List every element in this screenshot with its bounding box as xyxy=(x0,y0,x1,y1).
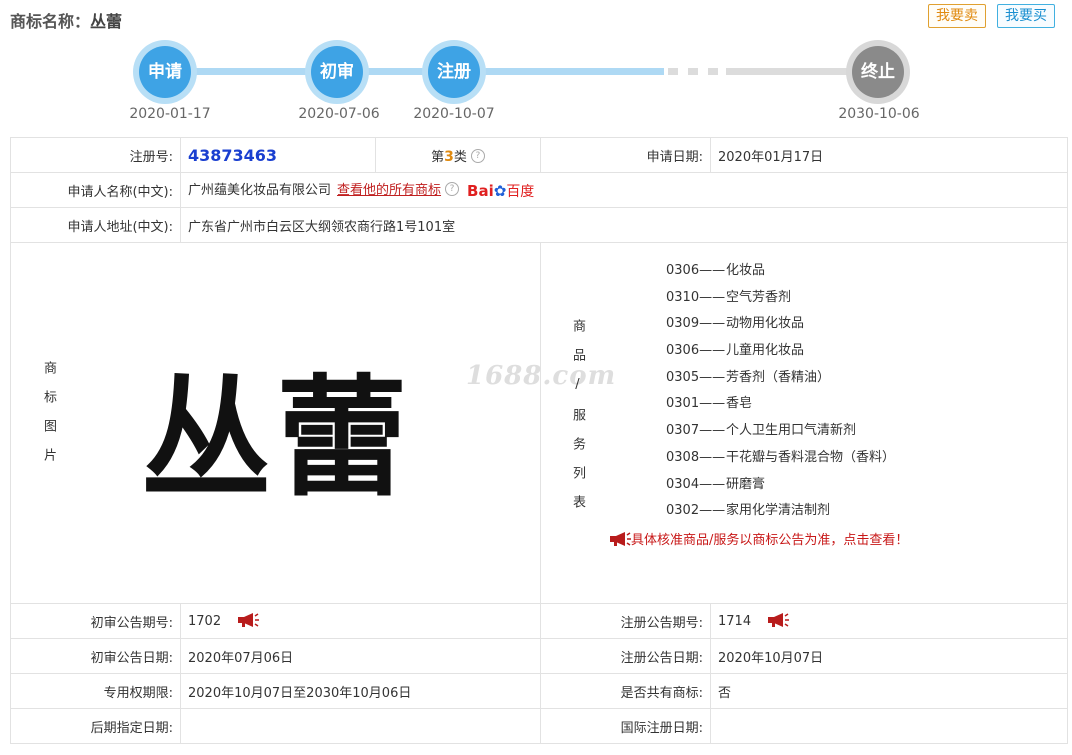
megaphone-icon[interactable] xyxy=(237,613,260,627)
address-value: 广东省广州市白云区大纲领农商行路1号101室 xyxy=(180,207,1068,243)
reg-pub-no-value: 1714 xyxy=(718,614,752,629)
mark-image-cell: 商标图片 丛蕾 1688.com xyxy=(10,242,615,604)
shared-label: 是否共有商标: xyxy=(540,673,711,709)
later-date-value xyxy=(180,708,541,744)
step-terminate: 终止 xyxy=(846,40,910,104)
list-item: 0305——芳香剂（香精油） xyxy=(666,369,831,385)
prelim-no-label: 初审公告期号: xyxy=(10,603,181,639)
later-date-label: 后期指定日期: xyxy=(10,708,181,744)
timeline-dash xyxy=(668,68,678,75)
timeline-dash xyxy=(688,68,698,75)
reg-pub-no-label: 注册公告期号: xyxy=(540,603,711,639)
list-item: 0309——动物用化妆品 xyxy=(666,316,805,332)
exclusive-value: 2020年10月07日至2030年10月06日 xyxy=(180,673,541,709)
apply-date-label: 申请日期: xyxy=(540,137,711,173)
reg-no-value: 43873463 xyxy=(188,145,278,165)
prelim-date-value: 2020年07月06日 xyxy=(180,638,541,674)
list-item: 0310——空气芳香剂 xyxy=(666,289,792,305)
exclusive-label: 专用权期限: xyxy=(10,673,181,709)
list-item: 0302——家用化学清洁制剂 xyxy=(666,503,831,519)
sell-button[interactable]: 我要卖 xyxy=(928,4,986,28)
megaphone-icon xyxy=(609,532,631,546)
list-item: 0306——化妆品 xyxy=(666,263,766,278)
baidu-search-button[interactable]: Bai✿百度 xyxy=(467,181,534,201)
title-label: 商标名称： xyxy=(10,12,91,31)
list-item: 0301——香皂 xyxy=(666,396,753,412)
help-icon[interactable]: ? xyxy=(445,182,460,197)
step-apply-date: 2020-01-17 xyxy=(129,106,211,122)
apply-date-value: 2020年01月17日 xyxy=(710,137,1068,173)
reg-pub-date-label: 注册公告日期: xyxy=(540,638,711,674)
applicant-value: 广州蕴美化妆品有限公司 xyxy=(188,183,332,199)
megaphone-icon[interactable] xyxy=(767,613,790,627)
applicant-cell: 广州蕴美化妆品有限公司 查看他的所有商标? Bai✿百度 xyxy=(180,172,1068,208)
mark-image-label: 商标图片 xyxy=(41,361,56,477)
goods-cell: 商品/服务列表 0306——化妆品 0310——空气芳香剂 0309——动物用化… xyxy=(540,242,1068,604)
intl-date-label: 国际注册日期: xyxy=(540,708,711,744)
status-timeline: 申请 初审 注册 终止 2020-01-17 2020-07-06 2020-1… xyxy=(0,40,1072,130)
list-item: 0308——干花瓣与香料混合物（香料） xyxy=(666,449,896,465)
goods-notice-link[interactable]: 具体核准商品/服务以商标公告为准，点击查看！ xyxy=(609,529,908,548)
list-item: 0307——个人卫生用口气清新剂 xyxy=(666,423,857,439)
prelim-date-label: 初审公告日期: xyxy=(10,638,181,674)
reg-pub-no-cell: 1714 xyxy=(710,603,1068,639)
step-terminate-date: 2030-10-06 xyxy=(838,106,920,122)
class-number: 3 xyxy=(444,148,454,165)
reg-no-cell: 43873463 xyxy=(180,137,376,173)
prelim-no-value: 1702 xyxy=(188,614,222,629)
reg-no-label: 注册号: xyxy=(10,137,181,173)
timeline-progress-bar xyxy=(170,68,664,75)
shared-value: 否 xyxy=(710,673,1068,709)
trademark-info-table: 注册号: 43873463 第3类? 申请日期: 2020年01月17日 申请人… xyxy=(10,137,1068,744)
view-all-trademarks-link[interactable]: 查看他的所有商标 xyxy=(337,183,441,198)
step-register: 注册 xyxy=(422,40,486,104)
baidu-paw-icon: ✿ xyxy=(493,181,507,200)
step-register-date: 2020-10-07 xyxy=(413,106,495,122)
prelim-no-cell: 1702 xyxy=(180,603,541,639)
trademark-name: 丛蕾 xyxy=(90,12,123,31)
list-item: 0306——儿童用化妆品 xyxy=(666,343,805,359)
goods-list: 0306——化妆品 0310——空气芳香剂 0309——动物用化妆品 0306—… xyxy=(666,258,895,525)
reg-pub-date-value: 2020年10月07日 xyxy=(710,638,1068,674)
timeline-dash xyxy=(708,68,718,75)
step-apply: 申请 xyxy=(133,40,197,104)
applicant-label: 申请人名称(中文): xyxy=(10,172,181,208)
page-title: 商标名称：丛蕾 xyxy=(10,8,122,32)
list-item: 0304——研磨膏 xyxy=(666,476,766,492)
step-prelim: 初审 xyxy=(305,40,369,104)
buy-button[interactable]: 我要买 xyxy=(997,4,1055,28)
intl-date-value xyxy=(710,708,1068,744)
step-prelim-date: 2020-07-06 xyxy=(298,106,380,122)
address-label: 申请人地址(中文): xyxy=(10,207,181,243)
goods-list-label: 商品/服务列表 xyxy=(570,319,585,524)
help-icon[interactable]: ? xyxy=(470,148,485,163)
trademark-image: 丛蕾 xyxy=(141,362,414,514)
class-cell: 第3类? xyxy=(375,137,541,173)
